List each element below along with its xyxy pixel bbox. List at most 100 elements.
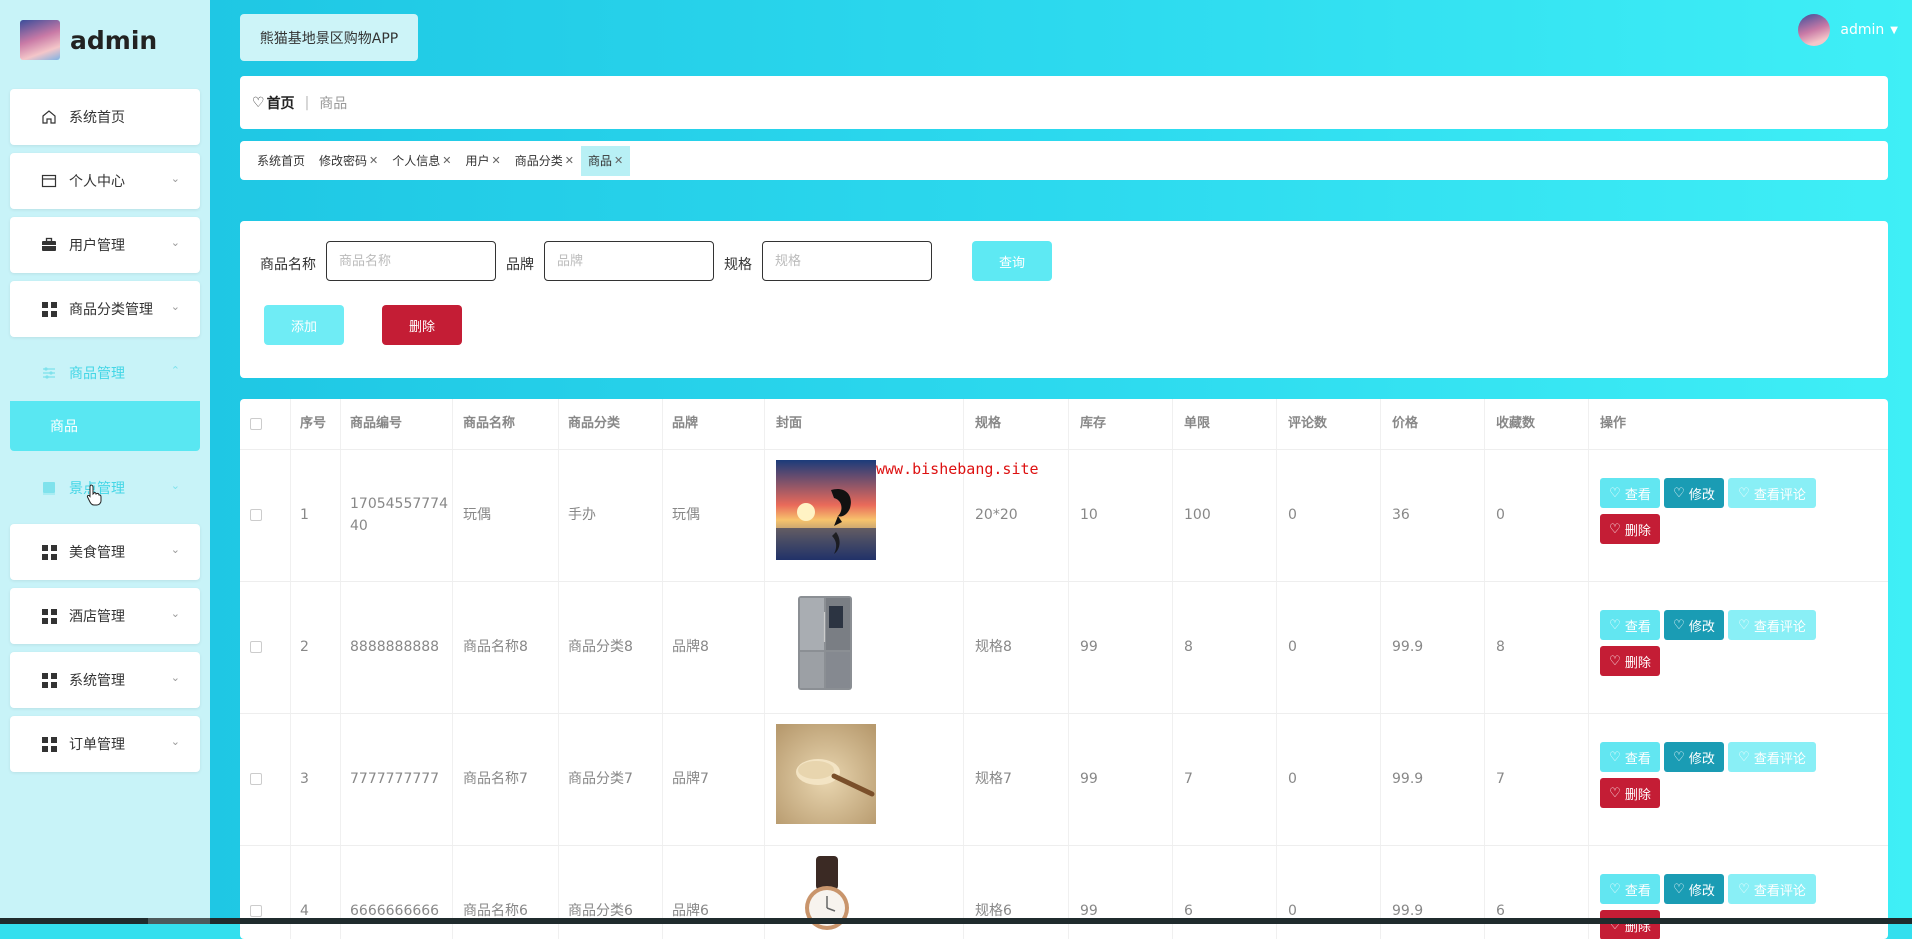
view-button[interactable]: ♡ 查看	[1600, 742, 1660, 772]
tag-home[interactable]: 系统首页	[250, 146, 312, 176]
delete-button[interactable]: ♡ 删除	[1600, 646, 1660, 676]
edit-button[interactable]: ♡ 修改	[1664, 874, 1724, 904]
breadcrumb-home-label: 首页	[266, 95, 295, 112]
view-comments-button[interactable]: ♡ 查看评论	[1728, 610, 1816, 640]
caret-down-icon: ▼	[1890, 24, 1898, 36]
user-name: admin	[1840, 22, 1885, 38]
heart-icon: ♡	[1673, 749, 1685, 765]
cell-favorites: 7	[1496, 771, 1505, 787]
close-icon[interactable]: ✕	[442, 154, 451, 167]
heart-icon: ♡	[1673, 881, 1685, 897]
row-checkbox[interactable]	[250, 509, 262, 521]
table-row: 4 6666666666 商品名称6 商品分类6 品牌6 规格6 99 6 0 …	[240, 845, 1888, 939]
sidebar-item-system-management[interactable]: 系统管理 ⌄	[10, 652, 200, 708]
close-icon[interactable]: ✕	[492, 154, 501, 167]
cell-stock: 99	[1080, 771, 1098, 787]
edit-button[interactable]: ♡ 修改	[1664, 610, 1724, 640]
tag-product[interactable]: 商品 ✕	[580, 145, 631, 176]
chevron-down-icon: ⌄	[170, 300, 180, 313]
delete-button[interactable]: ♡ 删除	[1600, 514, 1660, 544]
cell-price: 99.9	[1392, 771, 1424, 787]
edit-button[interactable]: ♡ 修改	[1664, 742, 1724, 772]
view-comments-button[interactable]: ♡ 查看评论	[1728, 874, 1816, 904]
sidebar-title: admin	[70, 25, 158, 55]
user-avatar	[1798, 14, 1831, 46]
edit-label: 修改	[1688, 751, 1715, 767]
select-all-checkbox[interactable]	[250, 418, 262, 430]
sidebar-subitem-label: 商品	[50, 419, 78, 435]
cell-price: 99.9	[1392, 639, 1424, 655]
row-checkbox[interactable]	[250, 773, 262, 785]
row-checkbox[interactable]	[250, 905, 262, 917]
table-row: 2 8888888888 商品名称8 商品分类8 品牌8 规格8 99 8 0 …	[240, 581, 1888, 714]
sidebar-item-category-management[interactable]: 商品分类管理 ⌄	[10, 281, 200, 337]
cell-code: 1705455777440	[350, 496, 448, 534]
th-category: 商品分类	[568, 416, 621, 431]
sidebar-item-personal-center[interactable]: 个人中心 ⌄	[10, 153, 200, 209]
delete-button[interactable]: ♡ 删除	[1600, 910, 1660, 939]
close-icon[interactable]: ✕	[614, 154, 623, 167]
cell-category: 商品分类7	[568, 771, 633, 787]
name-label: 商品名称	[260, 257, 316, 273]
user-menu[interactable]: admin ▼	[1798, 14, 1898, 46]
sidebar-subitem-product[interactable]: 商品	[10, 401, 200, 451]
heart-icon: ♡	[1609, 521, 1621, 537]
sidebar-item-food-management[interactable]: 美食管理 ⌄	[10, 524, 200, 580]
row-checkbox[interactable]	[250, 641, 262, 653]
sidebar-item-label: 商品分类管理	[69, 302, 153, 318]
chevron-down-icon: ⌄	[170, 543, 180, 556]
cell-spec: 规格7	[975, 771, 1012, 787]
sidebar-item-home[interactable]: 系统首页	[10, 89, 200, 145]
edit-label: 修改	[1688, 619, 1715, 635]
cell-name: 商品名称8	[463, 639, 528, 655]
tag-change-password[interactable]: 修改密码 ✕	[312, 146, 385, 176]
delete-button[interactable]: ♡ 删除	[1600, 778, 1660, 808]
view-label: 查看	[1624, 883, 1651, 899]
view-button[interactable]: ♡ 查看	[1600, 478, 1660, 508]
edit-button[interactable]: ♡ 修改	[1664, 478, 1724, 508]
product-name-input[interactable]	[326, 241, 496, 281]
calendar-icon	[41, 173, 57, 189]
sidebar-item-product-management[interactable]: 商品管理 ⌃	[10, 345, 200, 401]
view-button[interactable]: ♡ 查看	[1600, 610, 1660, 640]
query-button[interactable]: 查询	[972, 241, 1052, 281]
cover-refrigerator-image[interactable]	[776, 592, 876, 692]
th-spec: 规格	[975, 416, 1002, 431]
sidebar-item-label: 用户管理	[69, 238, 125, 254]
tag-personal-info[interactable]: 个人信息 ✕	[385, 146, 458, 176]
view-comments-button[interactable]: ♡ 查看评论	[1728, 478, 1816, 508]
heart-icon: ♡	[1673, 617, 1685, 633]
th-comments: 评论数	[1288, 416, 1328, 431]
edit-label: 修改	[1688, 883, 1715, 899]
cell-name: 玩偶	[463, 507, 491, 523]
batch-delete-button[interactable]: 删除	[382, 305, 462, 345]
view-button[interactable]: ♡ 查看	[1600, 874, 1660, 904]
view-label: 查看	[1624, 487, 1651, 503]
comments-label: 查看评论	[1753, 883, 1806, 899]
cover-rice-image[interactable]	[776, 724, 876, 824]
brand-input[interactable]	[544, 241, 714, 281]
grid-icon	[41, 301, 57, 317]
table-header: 序号 商品编号 商品名称 商品分类 品牌 封面 规格 库存 单限 评论数 价格 …	[240, 399, 1888, 450]
spec-input[interactable]	[762, 241, 932, 281]
cover-watch-image[interactable]	[776, 856, 876, 939]
chevron-down-icon: ⌄	[170, 671, 180, 684]
tag-user[interactable]: 用户 ✕	[458, 146, 507, 176]
sidebar-item-label: 美食管理	[69, 545, 125, 561]
cover-dolphin-image[interactable]	[776, 460, 876, 560]
tag-product-category[interactable]: 商品分类 ✕	[508, 146, 581, 176]
chevron-down-icon: ⌄	[170, 236, 180, 249]
sidebar-item-order-management[interactable]: 订单管理 ⌄	[10, 716, 200, 772]
heart-icon: ♡	[1673, 485, 1685, 501]
close-icon[interactable]: ✕	[565, 154, 574, 167]
sidebar-item-scenic-management[interactable]: 景点管理 ⌄	[10, 460, 200, 516]
app-title: 熊猫基地景区购物APP	[240, 14, 418, 61]
view-comments-button[interactable]: ♡ 查看评论	[1728, 742, 1816, 772]
add-button[interactable]: 添加	[264, 305, 344, 345]
chevron-down-icon: ⌄	[170, 607, 180, 620]
sidebar-item-hotel-management[interactable]: 酒店管理 ⌄	[10, 588, 200, 644]
close-icon[interactable]: ✕	[369, 154, 378, 167]
sidebar-item-user-management[interactable]: 用户管理 ⌄	[10, 217, 200, 273]
tags-bar: 系统首页 修改密码 ✕ 个人信息 ✕ 用户 ✕ 商品分类 ✕ 商品 ✕	[240, 141, 1888, 180]
breadcrumb-home[interactable]: ♡ 首页	[252, 93, 295, 113]
